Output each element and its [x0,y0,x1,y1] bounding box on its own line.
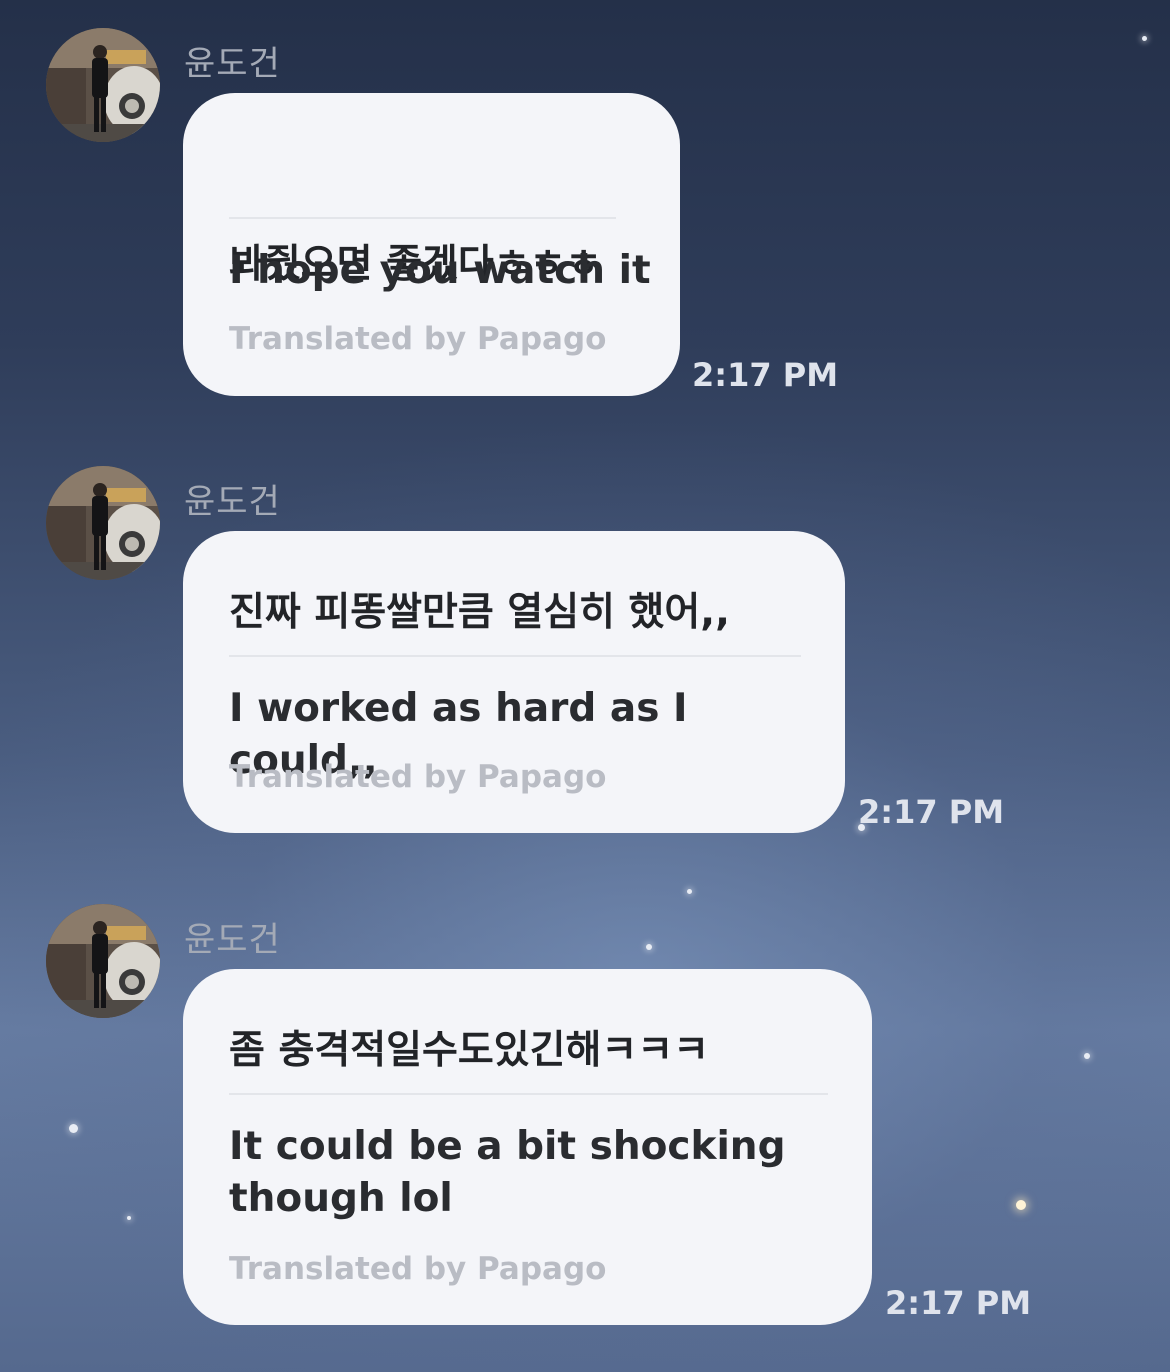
background-star [1084,1053,1090,1059]
message-bubble[interactable]: 좀 충격적일수도있긴해ㅋㅋㅋ It could be a bit shockin… [183,969,872,1325]
background-star [646,944,652,950]
timestamp: 2:17 PM [858,793,1005,831]
avatar-photo [46,904,160,1018]
translation-credit: Translated by Papago [229,759,607,795]
timestamp: 2:17 PM [692,356,839,394]
divider [229,1093,828,1095]
sender-name: 윤도건 [184,44,281,84]
background-star [1016,1200,1026,1210]
background-star [1142,36,1147,41]
avatar-photo [46,28,160,142]
avatar-photo [46,466,160,580]
message-bubble[interactable]: 봐줬으면 좋겠다ㅎㅎㅎ I hope you watch it Translat… [183,93,680,396]
sender-name: 윤도건 [184,482,281,522]
original-text: 좀 충격적일수도있긴해ㅋㅋㅋ [229,1028,710,1073]
timestamp: 2:17 PM [885,1284,1032,1322]
background-star [127,1216,131,1220]
avatar[interactable] [46,904,160,1018]
translation-credit: Translated by Papago [229,1251,607,1287]
avatar[interactable] [46,466,160,580]
background-star [69,1124,78,1133]
original-text: 진짜 피똥쌀만큼 열심히 했어,, [229,590,730,635]
avatar[interactable] [46,28,160,142]
divider [229,217,616,219]
translation-credit: Translated by Papago [229,321,607,357]
sender-name: 윤도건 [184,920,281,960]
message-bubble[interactable]: 진짜 피똥쌀만큼 열심히 했어,, I worked as hard as I … [183,531,845,833]
background-star [687,889,692,894]
translated-text: It could be a bit shocking though lol [229,1124,786,1221]
translated-text: I hope you watch it [229,248,651,293]
divider [229,655,801,657]
